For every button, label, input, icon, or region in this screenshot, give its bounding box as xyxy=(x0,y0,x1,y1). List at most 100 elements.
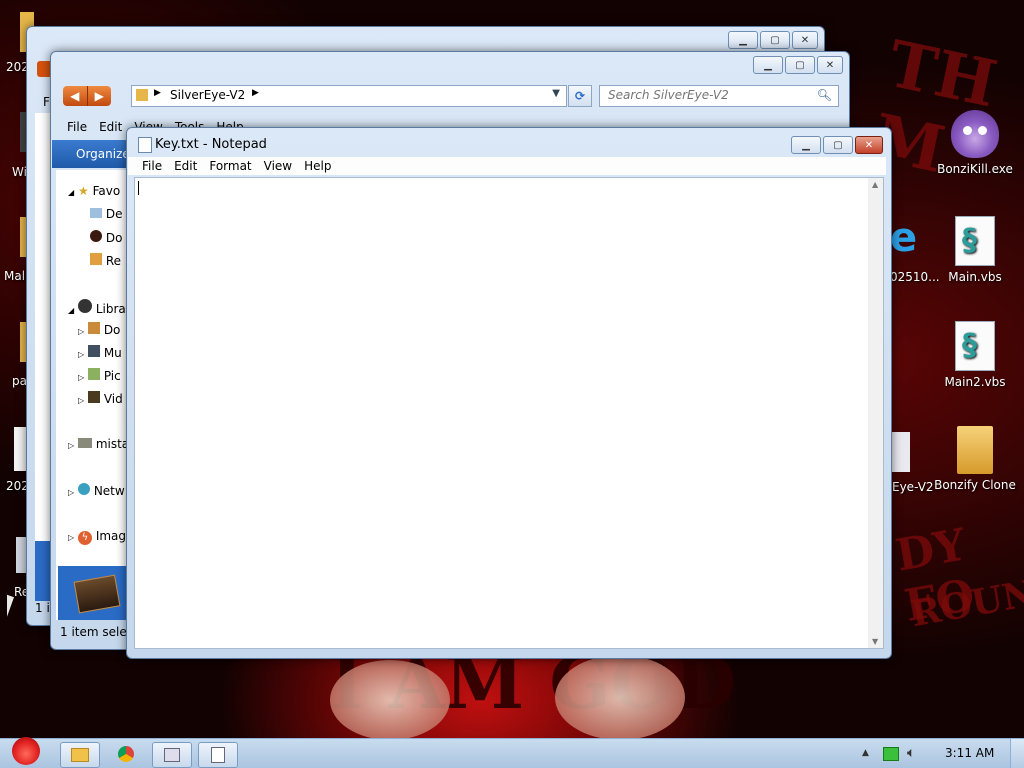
search-icon[interactable]: 🔍︎ xyxy=(817,88,832,102)
menu-edit[interactable]: Edit xyxy=(168,157,203,175)
desktop-icon xyxy=(90,208,102,218)
nav-lib-item[interactable]: ▷ Vid xyxy=(78,391,123,406)
nav-favorites[interactable]: ◢ ★ Favo xyxy=(68,184,120,198)
forward-arrow-icon[interactable]: ▶ xyxy=(88,86,112,106)
folder-icon xyxy=(71,748,89,762)
nav-label: Do xyxy=(103,323,121,337)
desktop-icon-label: Eye-V2 xyxy=(892,480,934,494)
nav-fav-item[interactable]: De xyxy=(90,207,122,221)
desktop-icon-label: Wi xyxy=(12,165,27,179)
desktop-icon-ie[interactable]: e 02510... xyxy=(890,214,940,284)
details-thumbnail xyxy=(58,566,131,620)
menu-view[interactable]: View xyxy=(258,157,298,175)
nav-network[interactable]: ▷ Netw xyxy=(68,483,125,498)
show-hidden-icons-arrow-icon[interactable]: ▲ xyxy=(862,748,869,758)
notepad-menubar: File Edit Format View Help xyxy=(128,157,886,175)
refresh-icon: ⟳ xyxy=(574,89,586,103)
desktop-icon-main-vbs[interactable]: § Main.vbs xyxy=(930,216,1020,284)
menu-help[interactable]: Help xyxy=(298,157,337,175)
mouse-cursor-icon xyxy=(7,594,14,620)
minimize-button[interactable]: ▁ xyxy=(728,31,758,49)
vbs-script-icon: § xyxy=(955,321,995,371)
recent-places-icon xyxy=(90,253,102,265)
menu-edit[interactable]: Edit xyxy=(93,118,128,136)
maximize-button[interactable]: ▢ xyxy=(823,136,853,154)
network-tray-icon[interactable] xyxy=(883,747,899,761)
search-box[interactable]: 🔍︎ xyxy=(599,85,839,107)
vertical-scrollbar[interactable]: ▲ ▼ xyxy=(868,177,884,649)
notepad-window[interactable]: Key.txt - Notepad ▁ ▢ ✕ File Edit Format… xyxy=(126,127,892,659)
minimize-button[interactable]: ▁ xyxy=(791,136,821,154)
nav-lib-item[interactable]: ▷ Do xyxy=(78,322,120,337)
refresh-button[interactable]: ⟳ xyxy=(568,85,592,107)
chevron-right-icon: ▶ xyxy=(252,88,259,98)
scroll-up-arrow-icon[interactable]: ▲ xyxy=(872,180,878,189)
desktop-icon-bonzify-clone[interactable]: Bonzify Clone xyxy=(930,426,1020,492)
address-dropdown-icon[interactable]: ▼ xyxy=(552,88,560,99)
vbs-script-icon: § xyxy=(955,216,995,266)
nav-label: Mu xyxy=(103,346,122,360)
nav-libraries[interactable]: ◢ Libra xyxy=(68,299,126,316)
menu-file[interactable]: File xyxy=(136,157,168,175)
chrome-icon xyxy=(118,746,134,762)
nav-lib-item[interactable]: ▷ Mu xyxy=(78,345,122,360)
window-icon xyxy=(164,748,180,762)
maximize-button[interactable]: ▢ xyxy=(785,56,815,74)
nav-lib-item[interactable]: ▷ Pic xyxy=(78,368,121,383)
start-button[interactable] xyxy=(4,733,46,768)
nav-label: Re xyxy=(105,254,122,268)
close-button[interactable]: ✕ xyxy=(792,31,818,49)
angry-bird-start-icon xyxy=(12,737,40,765)
status-text: 1 item selec xyxy=(60,625,134,639)
address-bar[interactable]: ▶ SilverEye-V2 ▶ ▼ xyxy=(131,85,567,107)
close-button[interactable]: ✕ xyxy=(855,136,883,154)
desktop-icon-silvereye[interactable]: Eye-V2 xyxy=(890,430,934,500)
taskbar-explorer-button[interactable] xyxy=(60,742,100,768)
folder-icon xyxy=(957,426,993,474)
desktop-icon-label: 02510... xyxy=(890,270,940,284)
organize-button[interactable]: Organize xyxy=(76,147,130,161)
music-icon xyxy=(87,345,100,357)
scroll-down-arrow-icon[interactable]: ▼ xyxy=(872,637,878,646)
menu-format[interactable]: Format xyxy=(203,157,257,175)
desktop-icon-main2-vbs[interactable]: § Main2.vbs xyxy=(930,321,1020,389)
search-input[interactable] xyxy=(600,86,814,104)
pictures-icon xyxy=(87,368,100,380)
collapsed-arrow-icon: ▷ xyxy=(78,373,85,382)
show-desktop-button[interactable] xyxy=(1010,739,1024,768)
maximize-button[interactable]: ▢ xyxy=(760,31,790,49)
nav-image[interactable]: ▷ ϟ Imag xyxy=(68,529,126,545)
taskbar-notepad-button[interactable] xyxy=(198,742,238,768)
videos-icon xyxy=(87,391,100,403)
back-arrow-icon[interactable]: ◀ xyxy=(63,86,88,106)
taskbar-chrome-button[interactable] xyxy=(112,742,140,766)
window-controls: ▁ ▢ ✕ xyxy=(728,31,818,49)
nav-label: Do xyxy=(105,231,123,245)
nav-homegroup[interactable]: ▷ mista xyxy=(68,437,129,451)
desktop-icon-bonzikill[interactable]: BonziKill.exe xyxy=(930,110,1020,176)
collapsed-arrow-icon: ▷ xyxy=(68,533,75,542)
volume-icon[interactable]: 🔈︎ xyxy=(907,745,915,761)
documents-icon xyxy=(87,322,100,334)
desktop-icon-label: Main2.vbs xyxy=(944,375,1006,389)
close-button[interactable]: ✕ xyxy=(817,56,843,74)
desktop-icon-label: BonziKill.exe xyxy=(937,162,1013,176)
collapsed-arrow-icon: ▷ xyxy=(68,441,75,450)
collapsed-arrow-icon: ▷ xyxy=(78,396,85,405)
collapsed-arrow-icon: ▷ xyxy=(68,488,75,497)
notepad-text-area[interactable] xyxy=(134,177,870,649)
nav-fav-item[interactable]: Re xyxy=(90,253,121,268)
network-icon xyxy=(77,483,90,495)
notepad-icon xyxy=(211,747,225,763)
menu-file[interactable]: F xyxy=(43,95,50,109)
minimize-button[interactable]: ▁ xyxy=(753,56,783,74)
nav-label: Favo xyxy=(92,184,121,198)
libraries-icon xyxy=(77,299,92,313)
nav-label: De xyxy=(105,207,123,221)
computer-icon xyxy=(77,438,92,448)
clock-time[interactable]: 3:11 AM xyxy=(945,746,994,760)
menu-file[interactable]: File xyxy=(61,118,93,136)
desktop-icon-label: Mal xyxy=(4,269,26,283)
taskbar-window-button[interactable] xyxy=(152,742,192,768)
nav-fav-item[interactable]: Do xyxy=(90,230,122,245)
